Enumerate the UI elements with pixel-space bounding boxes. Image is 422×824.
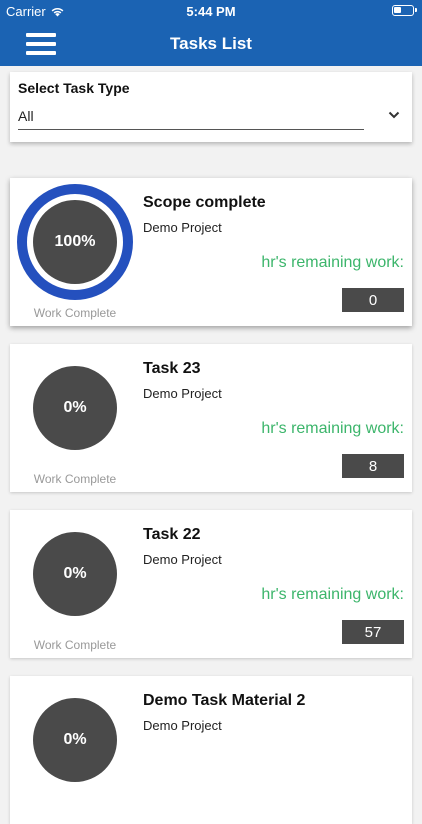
work-complete-label: Work Complete bbox=[33, 638, 117, 652]
filter-label: Select Task Type bbox=[18, 80, 130, 96]
remaining-work-label: hr's remaining work: bbox=[261, 254, 404, 271]
remaining-hours: 57 bbox=[342, 620, 404, 644]
remaining-hours: 0 bbox=[342, 288, 404, 312]
task-title: Scope complete bbox=[143, 194, 266, 211]
battery-icon bbox=[392, 5, 417, 16]
chevron-down-icon[interactable] bbox=[388, 110, 400, 120]
task-type-select[interactable]: All bbox=[18, 108, 34, 124]
task-type-filter: Select Task Type All bbox=[10, 72, 412, 142]
remaining-hours: 8 bbox=[342, 454, 404, 478]
progress-circle: 0% bbox=[33, 366, 117, 450]
nav-bar: Tasks List bbox=[0, 22, 422, 66]
task-title: Task 23 bbox=[143, 360, 201, 377]
status-bar: Carrier 5:44 PM bbox=[0, 0, 422, 22]
progress-circle: 100% bbox=[33, 200, 117, 284]
task-title: Demo Task Material 2 bbox=[143, 692, 306, 709]
task-project: Demo Project bbox=[143, 718, 222, 733]
task-card[interactable]: 0% Demo Task Material 2 Demo Project bbox=[10, 676, 412, 824]
work-complete-label: Work Complete bbox=[33, 306, 117, 320]
page-title: Tasks List bbox=[170, 34, 252, 53]
remaining-work-label: hr's remaining work: bbox=[261, 586, 404, 603]
clock: 5:44 PM bbox=[186, 4, 236, 19]
select-underline bbox=[18, 129, 364, 130]
task-project: Demo Project bbox=[143, 386, 222, 401]
task-card[interactable]: 100% Work Complete Scope complete Demo P… bbox=[10, 178, 412, 326]
remaining-work-label: hr's remaining work: bbox=[261, 420, 404, 437]
task-title: Task 22 bbox=[143, 526, 201, 543]
task-project: Demo Project bbox=[143, 220, 222, 235]
task-project: Demo Project bbox=[143, 552, 222, 567]
work-complete-label: Work Complete bbox=[33, 472, 117, 486]
task-card[interactable]: 0% Work Complete Task 23 Demo Project hr… bbox=[10, 344, 412, 492]
progress-circle: 0% bbox=[33, 532, 117, 616]
task-card[interactable]: 0% Work Complete Task 22 Demo Project hr… bbox=[10, 510, 412, 658]
progress-circle: 0% bbox=[33, 698, 117, 782]
